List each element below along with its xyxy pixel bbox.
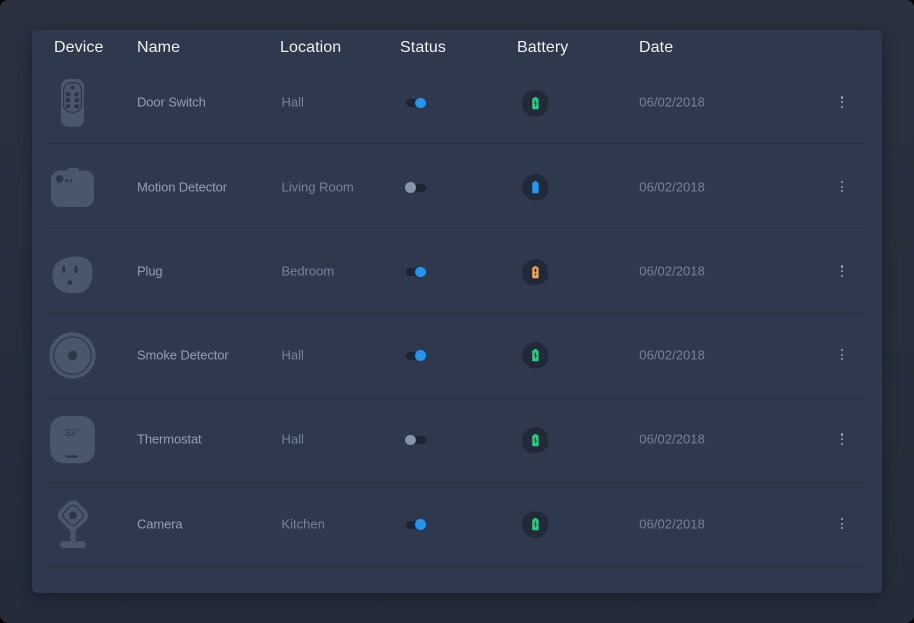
- svg-text:32°: 32°: [64, 429, 79, 440]
